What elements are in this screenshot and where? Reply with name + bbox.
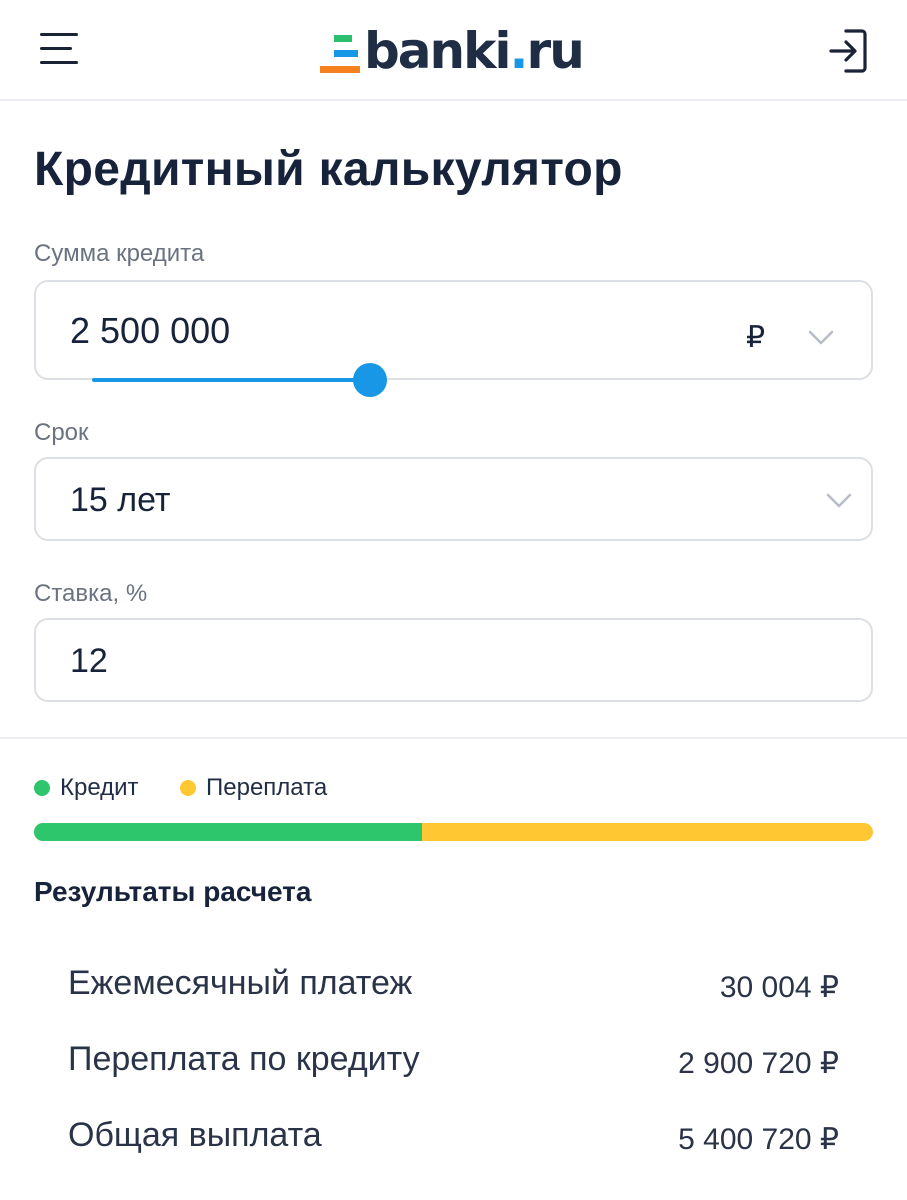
chevron-down-icon[interactable] [826, 493, 852, 509]
overpay-dot-icon [180, 780, 196, 796]
overpayment-value: 2 900 720 ₽ [678, 1047, 839, 1080]
term-value: 15 лет [70, 481, 171, 519]
legend-overpay: Переплата [180, 774, 327, 802]
section-divider [0, 737, 907, 739]
term-label: Срок [34, 419, 89, 446]
credit-bar-segment [34, 823, 423, 841]
loan-amount-slider-track[interactable] [92, 378, 370, 382]
logo-text: banki.ru [364, 22, 585, 80]
legend-credit: Кредит [34, 774, 139, 802]
page-title: Кредитный калькулятор [34, 143, 623, 196]
chevron-down-icon[interactable] [808, 330, 834, 346]
banki-logo[interactable]: banki.ru [320, 22, 585, 80]
credit-overpay-ratio-bar [34, 823, 873, 841]
loan-amount-slider-thumb[interactable] [353, 363, 387, 397]
results-title: Результаты расчета [34, 876, 312, 907]
logo-bars-icon [320, 30, 362, 76]
term-select[interactable]: 15 лет [34, 457, 873, 541]
total-payment-label: Общая выплата [68, 1116, 322, 1154]
legend-overpay-label: Переплата [206, 774, 328, 801]
login-arrow-icon[interactable] [828, 28, 868, 74]
rate-label: Ставка, % [34, 580, 148, 607]
rate-value[interactable]: 12 [70, 642, 108, 681]
legend-credit-label: Кредит [60, 774, 139, 801]
loan-amount-label: Сумма кредита [34, 240, 205, 267]
hamburger-menu-icon[interactable] [40, 33, 80, 67]
rate-input[interactable]: 12 [34, 618, 873, 702]
monthly-payment-label: Ежемесячный платеж [68, 964, 413, 1002]
credit-dot-icon [34, 780, 50, 796]
top-header: banki.ru [0, 0, 907, 101]
currency-symbol[interactable]: ₽ [746, 320, 765, 355]
loan-amount-field[interactable]: 2 500 000 ₽ [34, 280, 873, 380]
loan-amount-value[interactable]: 2 500 000 [70, 310, 230, 352]
total-payment-value: 5 400 720 ₽ [678, 1123, 839, 1156]
overpayment-label: Переплата по кредиту [68, 1040, 420, 1078]
monthly-payment-value: 30 004 ₽ [719, 971, 839, 1004]
